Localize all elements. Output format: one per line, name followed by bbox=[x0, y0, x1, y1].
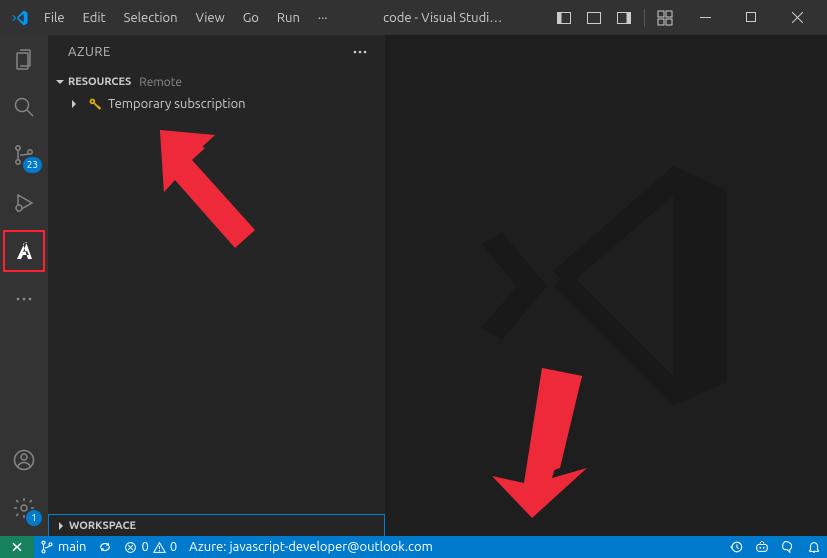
title-bar: File Edit Selection View Go Run ··· code… bbox=[0, 0, 827, 35]
remote-indicator[interactable] bbox=[0, 536, 34, 558]
status-problems[interactable]: 0 0 bbox=[118, 536, 183, 558]
activity-bar: 23 1 bbox=[0, 35, 48, 536]
workspace-label: WORKSPACE bbox=[69, 520, 136, 532]
menu-overflow[interactable]: ··· bbox=[310, 7, 336, 29]
status-bar: main 0 0 Azure: javascript-developer@out… bbox=[0, 536, 827, 558]
resources-section: RESOURCES Remote Temporary subscription bbox=[48, 69, 385, 117]
activity-source-control[interactable]: 23 bbox=[0, 131, 48, 179]
azure-side-panel: AZURE RESOURCES Remote Temporary subscri… bbox=[48, 35, 386, 536]
source-control-badge: 23 bbox=[23, 157, 42, 173]
status-history-icon[interactable] bbox=[723, 540, 749, 554]
chevron-down-icon bbox=[52, 76, 68, 88]
menu-bar: File Edit Selection View Go Run ··· bbox=[36, 7, 335, 29]
menu-run[interactable]: Run bbox=[269, 7, 308, 29]
vscode-logo-icon bbox=[10, 8, 30, 28]
error-count: 0 bbox=[141, 540, 148, 554]
status-bell-icon[interactable] bbox=[801, 540, 827, 554]
panel-title: AZURE bbox=[68, 45, 111, 59]
menu-file[interactable]: File bbox=[36, 7, 73, 29]
menu-go[interactable]: Go bbox=[235, 7, 267, 29]
resources-header[interactable]: RESOURCES Remote bbox=[48, 71, 385, 93]
toggle-panel-left-icon[interactable] bbox=[550, 4, 578, 32]
azure-account-label: Azure: javascript-developer@outlook.com bbox=[189, 540, 433, 554]
menu-edit[interactable]: Edit bbox=[75, 7, 114, 29]
status-sync[interactable] bbox=[92, 536, 118, 558]
customize-layout-icon[interactable] bbox=[651, 4, 679, 32]
chevron-right-icon bbox=[66, 98, 82, 110]
warning-count: 0 bbox=[170, 540, 177, 554]
branch-name: main bbox=[58, 540, 86, 554]
activity-overflow[interactable] bbox=[0, 275, 48, 323]
menu-selection[interactable]: Selection bbox=[116, 7, 186, 29]
activity-accounts[interactable] bbox=[0, 436, 48, 484]
subscription-label: Temporary subscription bbox=[108, 97, 246, 111]
editor-area bbox=[386, 35, 827, 536]
chevron-right-icon bbox=[53, 520, 69, 532]
layout-separator bbox=[644, 9, 645, 27]
menu-view[interactable]: View bbox=[188, 7, 233, 29]
layout-controls bbox=[550, 4, 679, 32]
key-icon bbox=[87, 96, 103, 112]
resources-label: RESOURCES bbox=[68, 76, 131, 88]
toggle-panel-right-icon[interactable] bbox=[610, 4, 638, 32]
window-controls bbox=[683, 0, 819, 35]
panel-more-actions-icon[interactable] bbox=[351, 43, 369, 61]
activity-explorer[interactable] bbox=[0, 35, 48, 83]
settings-badge: 1 bbox=[26, 510, 42, 526]
vscode-watermark-icon bbox=[457, 136, 757, 436]
status-copilot-icon[interactable] bbox=[749, 540, 775, 554]
minimize-button[interactable] bbox=[683, 0, 727, 35]
activity-run-debug[interactable] bbox=[0, 179, 48, 227]
activity-azure[interactable] bbox=[0, 227, 48, 275]
toggle-panel-bottom-icon[interactable] bbox=[580, 4, 608, 32]
activity-search[interactable] bbox=[0, 83, 48, 131]
window-title: code - Visual Studi… bbox=[335, 11, 550, 25]
status-branch[interactable]: main bbox=[34, 536, 92, 558]
subscription-item[interactable]: Temporary subscription bbox=[48, 93, 385, 115]
status-azure-account[interactable]: Azure: javascript-developer@outlook.com bbox=[183, 536, 439, 558]
panel-header: AZURE bbox=[48, 35, 385, 69]
close-button[interactable] bbox=[775, 0, 819, 35]
maximize-button[interactable] bbox=[729, 0, 773, 35]
status-feedback-icon[interactable] bbox=[775, 540, 801, 554]
workspace-section-header[interactable]: WORKSPACE bbox=[48, 514, 385, 536]
resources-sublabel: Remote bbox=[139, 76, 182, 89]
activity-settings[interactable]: 1 bbox=[0, 484, 48, 532]
